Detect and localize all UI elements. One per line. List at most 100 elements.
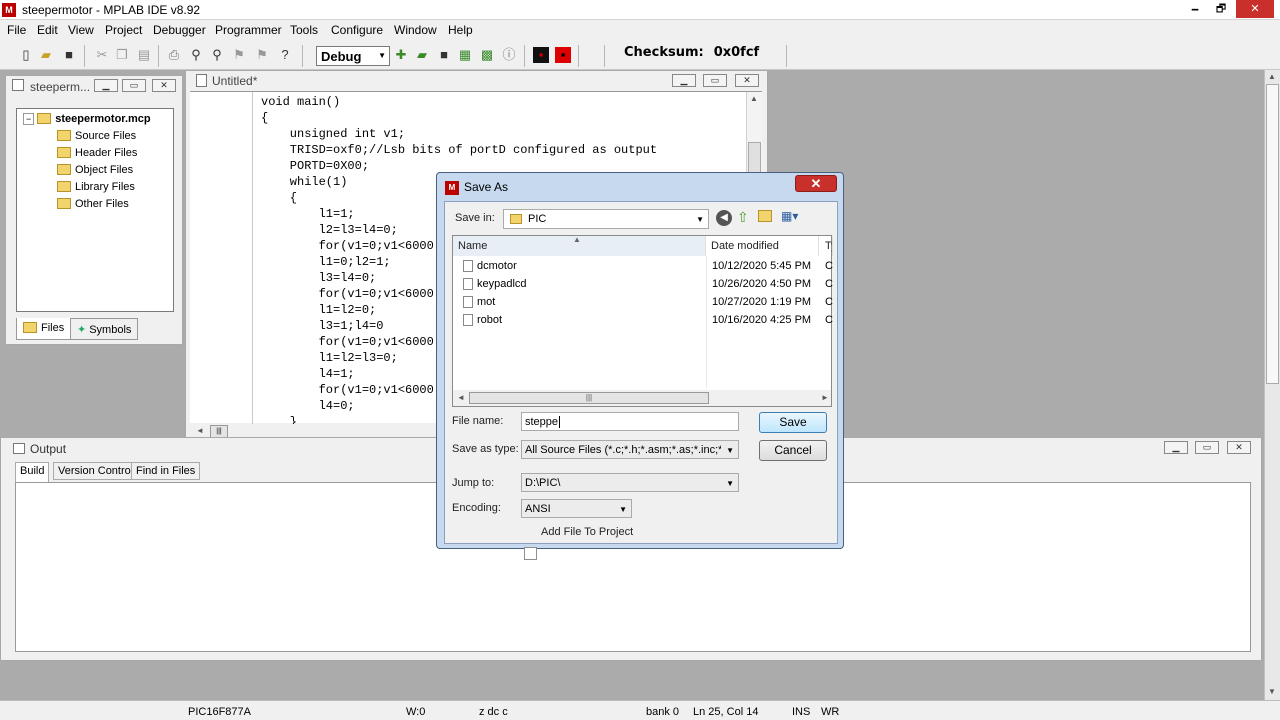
tree-item-source-files[interactable]: Source Files [57,130,136,142]
build-all-icon[interactable]: ▩ [479,47,495,63]
chevron-down-icon: ▼ [619,505,627,514]
paste-icon[interactable]: ▤ [136,47,152,63]
print-icon[interactable]: ⎙ [166,47,182,63]
tree-root[interactable]: − steepermotor.mcp [23,113,151,125]
tab-find-in-files[interactable]: Find in Files [131,462,201,480]
tree-item-library-files[interactable]: Library Files [57,181,135,193]
tab-symbols[interactable]: ✦ Symbols [70,318,139,340]
file-date: 10/16/2020 4:25 PM [712,314,812,326]
folder-icon [57,181,71,192]
back-icon[interactable]: ◀ [716,210,732,226]
tree-item-header-files[interactable]: Header Files [57,147,137,159]
jump-to-select[interactable]: D:\PIC\ ▼ [521,473,739,492]
editor-restore-button[interactable]: ▭ [703,74,727,87]
maximize-button[interactable]: 🗗 [1206,0,1236,18]
save-button[interactable]: Save [759,412,827,433]
save-in-select[interactable]: PIC ▼ [503,209,709,229]
editor-minimize-button[interactable]: ▁ [672,74,696,87]
cut-icon[interactable]: ✂ [94,47,110,63]
save-as-type-select[interactable]: All Source Files (*.c;*.h;*.asm;*.as;*.i… [521,440,739,459]
file-name-input[interactable]: steppe [521,412,739,431]
file-list-horizontal-scrollbar[interactable]: ◄ ||| ► [453,390,831,406]
find-in-files-icon[interactable]: ⚲ [209,47,225,63]
file-row[interactable]: mot 10/27/2020 1:19 PM C [453,294,833,311]
file-row[interactable]: robot 10/16/2020 4:25 PM C [453,312,833,329]
file-list[interactable]: Name ▲ Date modified Ty dcmotor 10/12/20… [452,235,833,407]
debug-run-icon[interactable]: ▪ [533,47,549,63]
collapse-icon[interactable]: − [23,113,35,125]
up-folder-icon[interactable]: ⇧ [737,209,749,226]
save-project-icon[interactable]: ■ [436,47,452,63]
tab-build[interactable]: Build [15,462,50,482]
jump-to-value: D:\PIC\ [525,477,561,489]
save-icon[interactable]: ■ [61,47,77,63]
help-icon[interactable]: ? [277,47,293,63]
project-window-restore-button[interactable]: ▭ [122,79,146,92]
tab-version-control[interactable]: Version Control [53,462,139,480]
scroll-down-icon[interactable]: ▼ [1268,687,1276,696]
menu-view[interactable]: View [68,23,94,37]
file-row[interactable]: keypadlcd 10/26/2020 4:50 PM C [453,276,833,293]
build-config-select[interactable]: Debug ▼ [316,46,390,66]
scroll-thumb[interactable]: ||| [469,392,709,404]
tree-item-object-files[interactable]: Object Files [57,164,133,176]
dialog-close-button[interactable]: ✕ [795,175,837,192]
column-header-type[interactable]: Ty [819,236,833,256]
new-file-icon[interactable]: ▯ [18,47,34,63]
encoding-select[interactable]: ANSI ▼ [521,499,632,518]
editor-close-button[interactable]: ✕ [735,74,759,87]
code-line: { [261,111,269,125]
project-window-titlebar[interactable]: steeperm... ▁ ▭ ✕ [6,76,182,96]
info-icon[interactable]: ⓘ [501,47,517,63]
menu-help[interactable]: Help [448,23,473,37]
window-title: steepermotor - MPLAB IDE v8.92 [22,3,201,17]
open-project-icon[interactable]: ▰ [414,47,430,63]
menu-programmer[interactable]: Programmer [215,23,282,37]
column-header-name[interactable]: Name ▲ [453,235,706,256]
open-folder-icon[interactable]: ▰ [38,47,54,63]
new-project-icon[interactable]: ✚ [393,47,409,63]
debug-halt-icon[interactable]: ▪ [555,47,571,63]
tab-files[interactable]: Files [16,318,72,340]
file-name-label: File name: [452,415,504,427]
menu-debugger[interactable]: Debugger [153,23,206,37]
scroll-up-icon[interactable]: ▲ [750,94,758,103]
menu-edit[interactable]: Edit [37,23,58,37]
output-restore-button[interactable]: ▭ [1195,441,1219,454]
project-window-minimize-button[interactable]: ▁ [94,79,118,92]
add-to-project-checkbox[interactable] [524,547,537,560]
next-bookmark-icon[interactable]: ⚑ [254,47,270,63]
cancel-button[interactable]: Cancel [759,440,827,461]
menu-tools[interactable]: Tools [290,23,318,37]
column-header-date[interactable]: Date modified [706,236,819,256]
close-button[interactable]: ✕ [1236,0,1274,18]
menu-configure[interactable]: Configure [331,23,383,37]
output-close-button[interactable]: ✕ [1227,441,1251,454]
find-icon[interactable]: ⚲ [188,47,204,63]
output-minimize-button[interactable]: ▁ [1164,441,1188,454]
file-row[interactable]: dcmotor 10/12/2020 5:45 PM C [453,258,833,275]
project-window-close-button[interactable]: ✕ [152,79,176,92]
project-root-label: steepermotor.mcp [55,113,151,125]
copy-icon[interactable]: ❐ [114,47,130,63]
scroll-right-icon[interactable]: ► [821,393,829,402]
editor-titlebar[interactable]: Untitled* ▁ ▭ ✕ [186,71,767,91]
scroll-up-icon[interactable]: ▲ [1268,72,1276,81]
code-line: for(v1=0;v1<6000 [261,287,434,301]
menu-project[interactable]: Project [105,23,142,37]
scroll-thumb[interactable] [1266,84,1279,384]
scroll-left-icon[interactable]: ◄ [196,426,204,435]
make-icon[interactable]: ▦ [457,47,473,63]
bookmark-icon[interactable]: ⚑ [231,47,247,63]
menu-window[interactable]: Window [394,23,437,37]
main-vertical-scrollbar[interactable]: ▲ ▼ [1264,70,1280,700]
status-flags: z dc c [479,706,508,718]
tree-item-other-files[interactable]: Other Files [57,198,129,210]
view-menu-icon[interactable]: ▦▾ [781,209,798,223]
scroll-left-icon[interactable]: ◄ [457,393,465,402]
document-icon [196,74,207,87]
checksum-display: Checksum: 0x0fcf [624,45,759,60]
new-folder-icon[interactable] [758,210,772,222]
menu-file[interactable]: File [7,23,26,37]
output-icon [13,443,25,454]
